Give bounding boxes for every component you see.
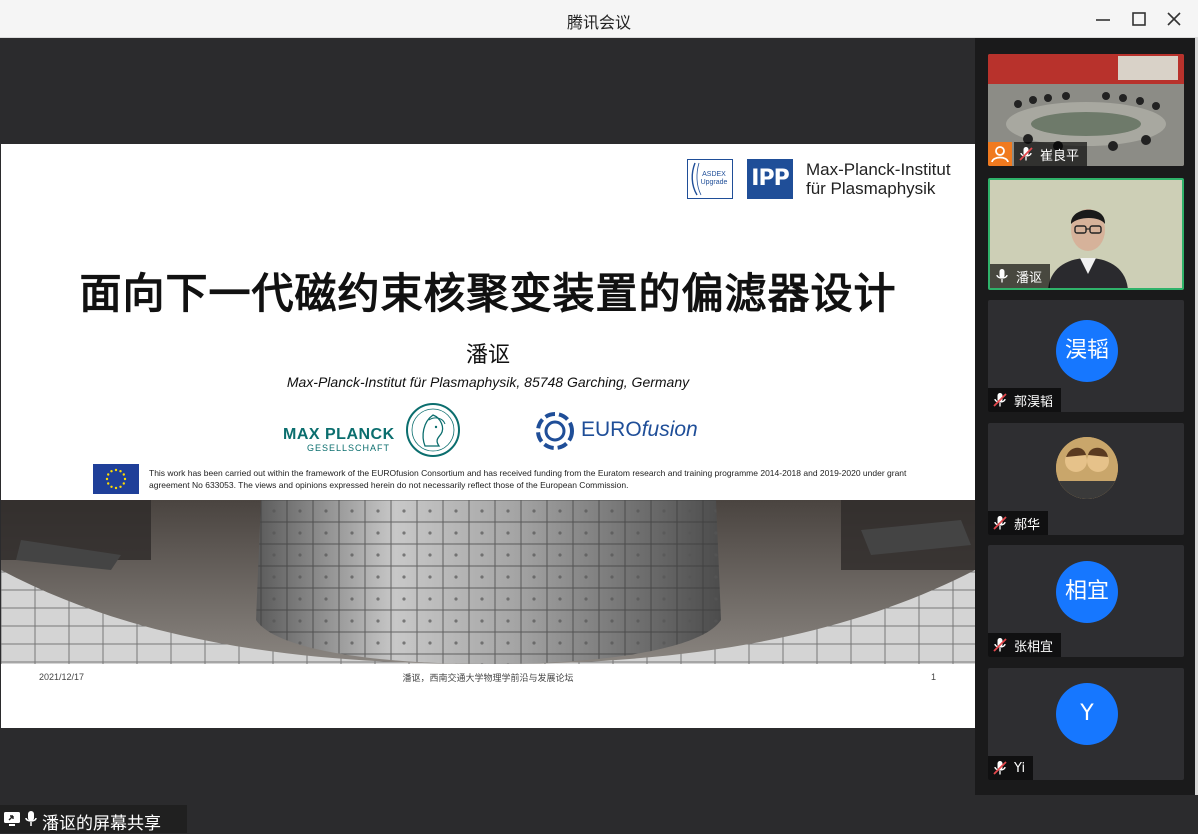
participant-tile[interactable]: 郝华 bbox=[988, 423, 1184, 535]
mic-muted-icon bbox=[1019, 147, 1033, 161]
participant-avatar: 相宜 bbox=[1056, 561, 1118, 623]
participant-tile[interactable]: Y Yi bbox=[988, 668, 1184, 780]
maximize-icon[interactable] bbox=[1128, 8, 1150, 30]
eu-star-icon bbox=[123, 477, 127, 481]
participant-tile[interactable]: 相宜 张相宜 bbox=[988, 545, 1184, 657]
footer-title: 潘讴，西南交通大学物理学前沿与发展论坛 bbox=[402, 674, 574, 684]
microphone-icon bbox=[25, 811, 37, 826]
participant-name: 张相宜 bbox=[1014, 639, 1054, 655]
ipp-name-line1: Max-Planck-Institut bbox=[806, 160, 951, 179]
slide-author: 潘讴 bbox=[465, 343, 510, 368]
eu-star-icon bbox=[107, 482, 110, 485]
participant-sidebar: 崔良平 潘讴 淏韬 郭淏韬 郝华 相宜 张相宜 Y Yi bbox=[975, 38, 1198, 795]
slide-title: 面向下一代磁约束核聚变装置的偏滤器设计 bbox=[79, 269, 897, 318]
ipp-name-line2: für Plasmaphysik bbox=[806, 179, 936, 198]
mpg-logo-subtext: GESELLSCHAFT bbox=[307, 443, 391, 453]
eu-star-icon bbox=[122, 473, 125, 476]
asdex-upgrade-label: Upgrade bbox=[701, 179, 728, 186]
participant-name-tag: 郭淏韬 bbox=[988, 388, 1062, 412]
window-titlebar: 腾讯会议 bbox=[0, 0, 1198, 38]
presentation-slide: ASDEX Upgrade IPP Max-Planck-Institut fü… bbox=[1, 144, 975, 728]
minerva-seal-icon bbox=[406, 403, 460, 457]
screen-share-label: 潘讴的屏幕共享 bbox=[42, 814, 161, 834]
shared-screen-area: ASDEX Upgrade IPP Max-Planck-Institut fü… bbox=[0, 38, 975, 834]
participant-name: 郭淏韬 bbox=[1014, 394, 1054, 410]
close-icon[interactable] bbox=[1163, 8, 1185, 30]
avatar-photo bbox=[1056, 437, 1118, 499]
window-title: 腾讯会议 bbox=[566, 13, 631, 32]
participant-tile[interactable]: 淏韬 郭淏韬 bbox=[988, 300, 1184, 412]
eu-star-icon bbox=[107, 473, 110, 476]
eu-star-icon bbox=[119, 470, 122, 473]
participant-name-tag: 张相宜 bbox=[988, 633, 1062, 657]
eu-star-icon bbox=[122, 482, 125, 485]
eu-star-icon bbox=[114, 486, 118, 490]
eu-star-icon bbox=[114, 468, 118, 472]
asdex-upgrade-logo: ASDEX Upgrade bbox=[687, 159, 733, 199]
eu-star-icon bbox=[110, 485, 113, 488]
ipp-logo: IPP bbox=[747, 159, 793, 199]
participant-name-tag: 崔良平 bbox=[1014, 142, 1088, 166]
eurofusion-logo-icon bbox=[536, 412, 574, 450]
participant-name: 潘讴 bbox=[1016, 270, 1043, 286]
screen-share-icon bbox=[4, 812, 20, 826]
mic-muted-icon bbox=[993, 393, 1007, 407]
host-badge bbox=[988, 142, 1012, 166]
microphone-icon bbox=[996, 269, 1008, 283]
ipp-institute-name: Max-Planck-Institut für Plasmaphysik bbox=[806, 160, 951, 198]
participant-avatar: Y bbox=[1056, 683, 1118, 745]
minimize-icon[interactable] bbox=[1092, 8, 1114, 30]
eurofusion-suffix: fusion bbox=[641, 418, 698, 441]
participant-avatar: 淏韬 bbox=[1056, 320, 1118, 382]
participant-name-tag: 潘讴 bbox=[990, 264, 1051, 288]
funding-disclaimer: This work has been carried out within th… bbox=[149, 468, 907, 490]
eurofusion-logo-text: EUROfusion bbox=[581, 418, 698, 442]
eu-star-icon bbox=[110, 470, 113, 473]
participant-name-tag: 郝华 bbox=[988, 511, 1049, 535]
person-icon bbox=[991, 146, 1009, 163]
asdex-label: ASDEX bbox=[702, 171, 726, 178]
mic-muted-icon bbox=[993, 761, 1007, 775]
participant-name: 崔良平 bbox=[1040, 148, 1080, 164]
participant-name: Yi bbox=[1014, 760, 1026, 776]
slide-affiliation: Max-Planck-Institut für Plasmaphysik, 85… bbox=[286, 374, 690, 390]
participant-tile-active-speaker[interactable]: 潘讴 bbox=[988, 178, 1184, 290]
tokamak-interior-photo bbox=[1, 500, 975, 664]
participant-photo-avatar bbox=[1056, 437, 1118, 499]
screen-share-indicator[interactable]: 潘讴的屏幕共享 bbox=[0, 805, 187, 834]
participant-name: 郝华 bbox=[1014, 517, 1041, 533]
mic-muted-icon bbox=[993, 516, 1007, 530]
eu-flag-icon bbox=[93, 464, 139, 494]
mic-muted-icon bbox=[993, 638, 1007, 652]
mpg-logo-text: MAX PLANCK bbox=[283, 426, 395, 443]
participant-name-tag: Yi bbox=[988, 756, 1034, 780]
participant-tile[interactable]: 崔良平 bbox=[988, 54, 1184, 166]
eu-star-icon bbox=[105, 477, 109, 481]
footer-page-number: 1 bbox=[931, 672, 937, 682]
eu-star-icon bbox=[119, 485, 122, 488]
eurofusion-prefix: EURO bbox=[581, 418, 642, 441]
